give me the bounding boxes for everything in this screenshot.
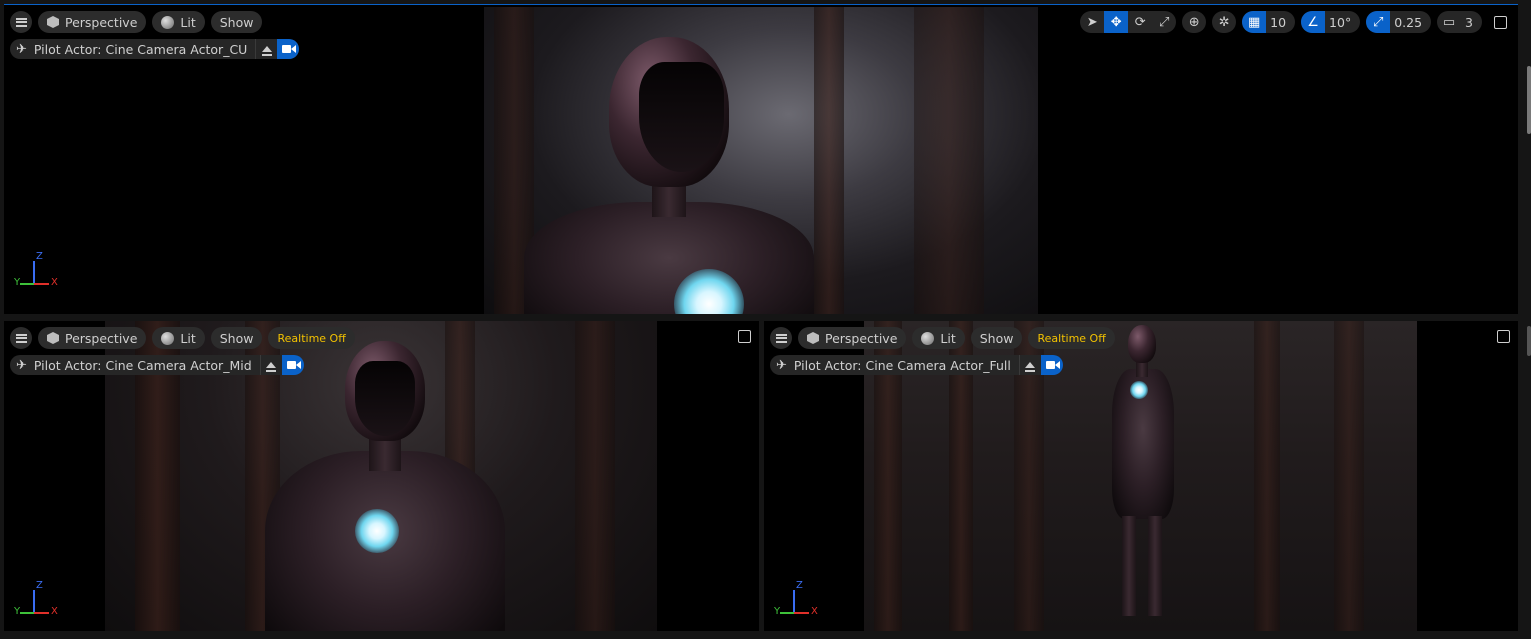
cursor-arrow-icon: ➤ [1086, 14, 1098, 30]
pilot-icon: ✈ [16, 41, 27, 57]
camera-speed-value[interactable]: 3 [1461, 15, 1482, 30]
lock-camera-view-button[interactable] [281, 355, 304, 375]
realtime-off-badge[interactable]: Realtime Off [268, 327, 355, 349]
surface-snapping-button[interactable]: ✲ [1212, 11, 1236, 33]
pilot-actor-bar: ✈ Pilot Actor: Cine Camera Actor_Full [770, 355, 1063, 375]
lighting-mode-button[interactable]: Lit [912, 327, 965, 349]
view-mode-button[interactable]: Perspective [38, 327, 147, 349]
lit-sphere-icon [161, 15, 175, 29]
view-mode-button[interactable]: Perspective [798, 327, 907, 349]
rotation-snap-value[interactable]: 10° [1325, 15, 1360, 30]
viewport-bottom-right[interactable]: Perspective Lit Show Realtime Off ✈ Pilot… [764, 321, 1518, 631]
pilot-icon: ✈ [776, 357, 787, 373]
pilot-actor-bar: ✈ Pilot Actor: Cine Camera Actor_Mid [10, 355, 304, 375]
viewport-toolbar: Perspective Lit Show Realtime Off [770, 327, 1115, 349]
axis-gizmo: Z X Y [14, 580, 58, 617]
viewport-bottom-left[interactable]: Perspective Lit Show Realtime Off ✈ Pilot… [4, 321, 759, 631]
pilot-actor-bar: ✈ Pilot Actor: Cine Camera Actor_CU [10, 39, 300, 59]
hamburger-menu-icon [15, 17, 27, 27]
maximize-viewport-button[interactable] [738, 330, 751, 343]
camera-icon: ▭ [1442, 14, 1456, 30]
axis-gizmo: Z X Y [14, 251, 58, 288]
pilot-actor-label[interactable]: ✈ Pilot Actor: Cine Camera Actor_Full [770, 358, 1019, 373]
side-panel-scrollbar[interactable] [1527, 66, 1531, 134]
maximize-viewport-button[interactable] [1497, 330, 1510, 343]
robot-figure [524, 7, 844, 314]
hamburger-menu-icon [15, 333, 27, 343]
perspective-cube-icon [47, 332, 59, 344]
video-camera-icon [1045, 361, 1060, 369]
lit-sphere-icon [921, 331, 935, 345]
perspective-cube-icon [807, 332, 819, 344]
pilot-actor-label[interactable]: ✈ Pilot Actor: Cine Camera Actor_Mid [10, 358, 260, 373]
scale-snap-value[interactable]: 0.25 [1390, 15, 1431, 30]
camera-speed-button[interactable]: ▭ [1437, 11, 1461, 33]
viewport-top[interactable]: Perspective Lit Show ✈ Pilot Actor: Cine … [4, 4, 1518, 314]
eject-pilot-button[interactable] [1018, 355, 1041, 375]
transform-toolbar: ➤ ✥ ⟳ ⤢ ⊕ ✲ ▦ 10 ∠ 10° ⤢ 0.25 ▭ 3 [1080, 11, 1512, 33]
scale-snap-toggle[interactable]: ⤢ [1366, 11, 1391, 33]
scale-icon: ⤢ [1158, 14, 1170, 30]
globe-icon: ⊕ [1188, 14, 1200, 30]
viewport-render-closeup [484, 7, 1038, 314]
robot-figure [1084, 321, 1204, 631]
viewport-menu-button[interactable] [10, 327, 32, 349]
lock-camera-view-button[interactable] [277, 39, 300, 59]
side-panel-scrollbar-lower[interactable] [1527, 326, 1531, 356]
realtime-off-badge[interactable]: Realtime Off [1028, 327, 1115, 349]
surface-snap-icon: ✲ [1218, 14, 1230, 30]
scale-mode-button[interactable]: ⤢ [1152, 11, 1176, 33]
move-arrows-icon: ✥ [1110, 14, 1122, 30]
lock-camera-view-button[interactable] [1040, 355, 1063, 375]
viewport-menu-button[interactable] [770, 327, 792, 349]
translate-mode-button[interactable]: ✥ [1104, 11, 1129, 33]
world-local-toggle[interactable]: ⊕ [1182, 11, 1206, 33]
viewport-toolbar: Perspective Lit Show [10, 11, 263, 33]
pilot-icon: ✈ [16, 357, 27, 373]
perspective-cube-icon [47, 16, 59, 28]
eject-icon [266, 362, 277, 372]
grid-snap-value[interactable]: 10 [1266, 15, 1295, 30]
eject-icon [1025, 362, 1036, 372]
view-mode-button[interactable]: Perspective [38, 11, 147, 33]
rotate-mode-button[interactable]: ⟳ [1128, 11, 1152, 33]
eject-pilot-button[interactable] [259, 355, 282, 375]
pilot-actor-label[interactable]: ✈ Pilot Actor: Cine Camera Actor_CU [10, 42, 255, 57]
viewport-menu-button[interactable] [10, 11, 32, 33]
viewport-toolbar: Perspective Lit Show Realtime Off [10, 327, 355, 349]
lit-sphere-icon [161, 331, 175, 345]
axis-gizmo: Z X Y [774, 580, 818, 617]
maximize-icon [1493, 15, 1507, 29]
grid-icon: ▦ [1247, 14, 1261, 30]
rotate-icon: ⟳ [1134, 14, 1146, 30]
video-camera-icon [286, 361, 301, 369]
lighting-mode-button[interactable]: Lit [152, 327, 205, 349]
show-button[interactable]: Show [210, 11, 263, 33]
grid-snap-toggle[interactable]: ▦ [1242, 11, 1267, 33]
scale-arrow-icon: ⤢ [1373, 14, 1384, 30]
video-camera-icon [282, 45, 297, 53]
angle-icon: ∠ [1307, 14, 1319, 30]
eject-icon [261, 46, 272, 56]
rotation-snap-toggle[interactable]: ∠ [1301, 11, 1326, 33]
show-button[interactable]: Show [970, 327, 1023, 349]
lighting-mode-button[interactable]: Lit [152, 11, 205, 33]
select-mode-button[interactable]: ➤ [1080, 11, 1104, 33]
show-button[interactable]: Show [210, 327, 263, 349]
eject-pilot-button[interactable] [255, 39, 277, 59]
maximize-viewport-button[interactable] [1488, 11, 1512, 33]
hamburger-menu-icon [775, 333, 787, 343]
